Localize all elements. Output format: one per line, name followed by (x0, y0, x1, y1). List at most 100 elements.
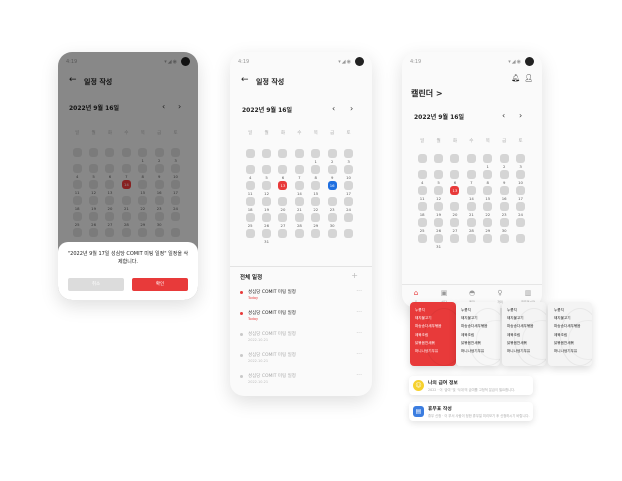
calendar-day[interactable] (430, 154, 446, 170)
calendar-day[interactable]: 30 (324, 213, 340, 229)
calendar-day[interactable]: 5 (258, 165, 274, 181)
calendar-day[interactable]: 31 (430, 234, 446, 250)
schedule-item[interactable]: 성심당 COMIT 미팅 일정 2022.10.21 ··· (240, 351, 362, 371)
calendar-day[interactable] (275, 229, 291, 245)
calendar-day[interactable]: 30 (496, 218, 512, 234)
calendar-day[interactable]: 19 (430, 202, 446, 218)
schedule-item[interactable]: 성심당 COMIT 미팅 일정 Today ··· (240, 309, 362, 329)
schedule-item[interactable]: 성심당 COMIT 미팅 일정 2022.10.21 ··· (240, 372, 362, 392)
calendar-day[interactable]: 8 (480, 170, 496, 186)
calendar-day[interactable]: 21 (463, 202, 479, 218)
calendar-day[interactable]: 28 (291, 213, 307, 229)
calendar-day[interactable]: 29 (308, 213, 324, 229)
calendar-day[interactable] (463, 154, 479, 170)
calendar-day[interactable]: 15 (480, 186, 496, 202)
calendar-day[interactable]: 2 (496, 154, 512, 170)
calendar-day[interactable]: 27 (275, 213, 291, 229)
calendar-day[interactable] (414, 154, 430, 170)
calendar-day[interactable]: 26 (258, 213, 274, 229)
chevron-left-icon[interactable]: ‹ (502, 112, 505, 120)
calendar-day[interactable]: 16 (496, 186, 512, 202)
more-icon[interactable]: ··· (356, 372, 362, 379)
calendar-day[interactable]: 28 (463, 218, 479, 234)
bell-icon[interactable]: 🔔︎ (511, 74, 520, 82)
calendar-day[interactable]: 14 (291, 181, 307, 197)
more-icon[interactable]: ··· (356, 351, 362, 358)
calendar-day[interactable] (258, 149, 274, 165)
calendar-day[interactable] (340, 229, 356, 245)
calendar-day[interactable]: 11 (242, 181, 258, 197)
calendar-day[interactable]: 17 (512, 186, 528, 202)
calendar-day[interactable]: 10 (512, 170, 528, 186)
calendar-day[interactable] (275, 149, 291, 165)
calendar-day[interactable]: 12 (258, 181, 274, 197)
calendar-day[interactable] (480, 234, 496, 250)
calendar-day[interactable] (308, 229, 324, 245)
calendar-day[interactable]: 8 (308, 165, 324, 181)
calendar-day[interactable]: 4 (242, 165, 258, 181)
calendar-day[interactable] (414, 234, 430, 250)
calendar-day[interactable]: 5 (430, 170, 446, 186)
day-off-card[interactable]: ▤ 휴무표 작성 휴무 신청 · 이 부서 사람이 정한 휴무일 미리보기 후 … (409, 402, 533, 421)
calendar-day[interactable]: 7 (463, 170, 479, 186)
calendar-day[interactable]: 15 (308, 181, 324, 197)
calendar-day[interactable] (291, 229, 307, 245)
calendar-day[interactable] (242, 149, 258, 165)
calendar-day[interactable]: 2 (324, 149, 340, 165)
calendar-day[interactable]: 24 (512, 202, 528, 218)
calendar-day[interactable] (463, 234, 479, 250)
calendar-day[interactable]: 1 (480, 154, 496, 170)
calendar-day[interactable]: 13 (275, 181, 291, 197)
calendar-day[interactable]: 31 (258, 229, 274, 245)
calendar-day[interactable]: 6 (275, 165, 291, 181)
calendar-day[interactable]: 21 (291, 197, 307, 213)
calendar-day[interactable]: 10 (340, 165, 356, 181)
calendar-day[interactable]: 6 (447, 170, 463, 186)
calendar-day[interactable]: 27 (447, 218, 463, 234)
calendar-day[interactable]: 20 (447, 202, 463, 218)
calendar-title-link[interactable]: 캘린더 > (411, 88, 443, 99)
calendar-day[interactable]: 18 (242, 197, 258, 213)
add-schedule-button[interactable]: + (351, 271, 358, 280)
calendar-day[interactable]: 16 (324, 181, 340, 197)
schedule-item[interactable]: 성심당 COMIT 미팅 일정 2022.10.21 ··· (240, 330, 362, 350)
chevron-right-icon[interactable]: › (350, 105, 353, 113)
cancel-button[interactable]: 취소 (68, 278, 124, 291)
calendar-day[interactable]: 13 (447, 186, 463, 202)
person-icon[interactable]: 👤︎ (524, 74, 533, 82)
calendar-day[interactable]: 7 (291, 165, 307, 181)
calendar-day[interactable]: 19 (258, 197, 274, 213)
calendar-day[interactable]: 11 (414, 186, 430, 202)
calendar-day[interactable]: 18 (414, 202, 430, 218)
calendar-day[interactable]: 9 (496, 170, 512, 186)
calendar-day[interactable]: 1 (308, 149, 324, 165)
calendar-day[interactable]: 9 (324, 165, 340, 181)
calendar-day[interactable]: 3 (512, 154, 528, 170)
salary-info-card[interactable]: ☺ 나의 급여 정보 2022 · 이 '급여' 및 '식대'의 급여를 고정적… (409, 376, 533, 395)
calendar-day[interactable]: 12 (430, 186, 446, 202)
calendar-day[interactable]: 3 (340, 149, 356, 165)
calendar-day[interactable] (291, 149, 307, 165)
chevron-left-icon[interactable]: ‹ (332, 105, 335, 113)
calendar-day[interactable]: 14 (463, 186, 479, 202)
chevron-right-icon[interactable]: › (519, 112, 522, 120)
calendar-day[interactable]: 23 (324, 197, 340, 213)
calendar-day[interactable]: 26 (430, 218, 446, 234)
calendar-day[interactable]: 17 (340, 181, 356, 197)
calendar-day[interactable] (447, 234, 463, 250)
more-icon[interactable]: ··· (356, 330, 362, 337)
calendar-day[interactable]: 24 (340, 197, 356, 213)
confirm-button[interactable]: 확인 (132, 278, 188, 291)
calendar-day[interactable]: 20 (275, 197, 291, 213)
back-arrow-icon[interactable]: ← (241, 76, 249, 85)
calendar-day[interactable]: 22 (308, 197, 324, 213)
calendar-day[interactable]: 23 (496, 202, 512, 218)
calendar-day[interactable] (324, 229, 340, 245)
calendar-day[interactable]: 25 (242, 213, 258, 229)
calendar-day[interactable]: 25 (414, 218, 430, 234)
calendar-day[interactable] (496, 234, 512, 250)
more-icon[interactable]: ··· (356, 309, 362, 316)
calendar-day[interactable]: 4 (414, 170, 430, 186)
calendar-day[interactable]: 29 (480, 218, 496, 234)
calendar-day[interactable] (512, 234, 528, 250)
